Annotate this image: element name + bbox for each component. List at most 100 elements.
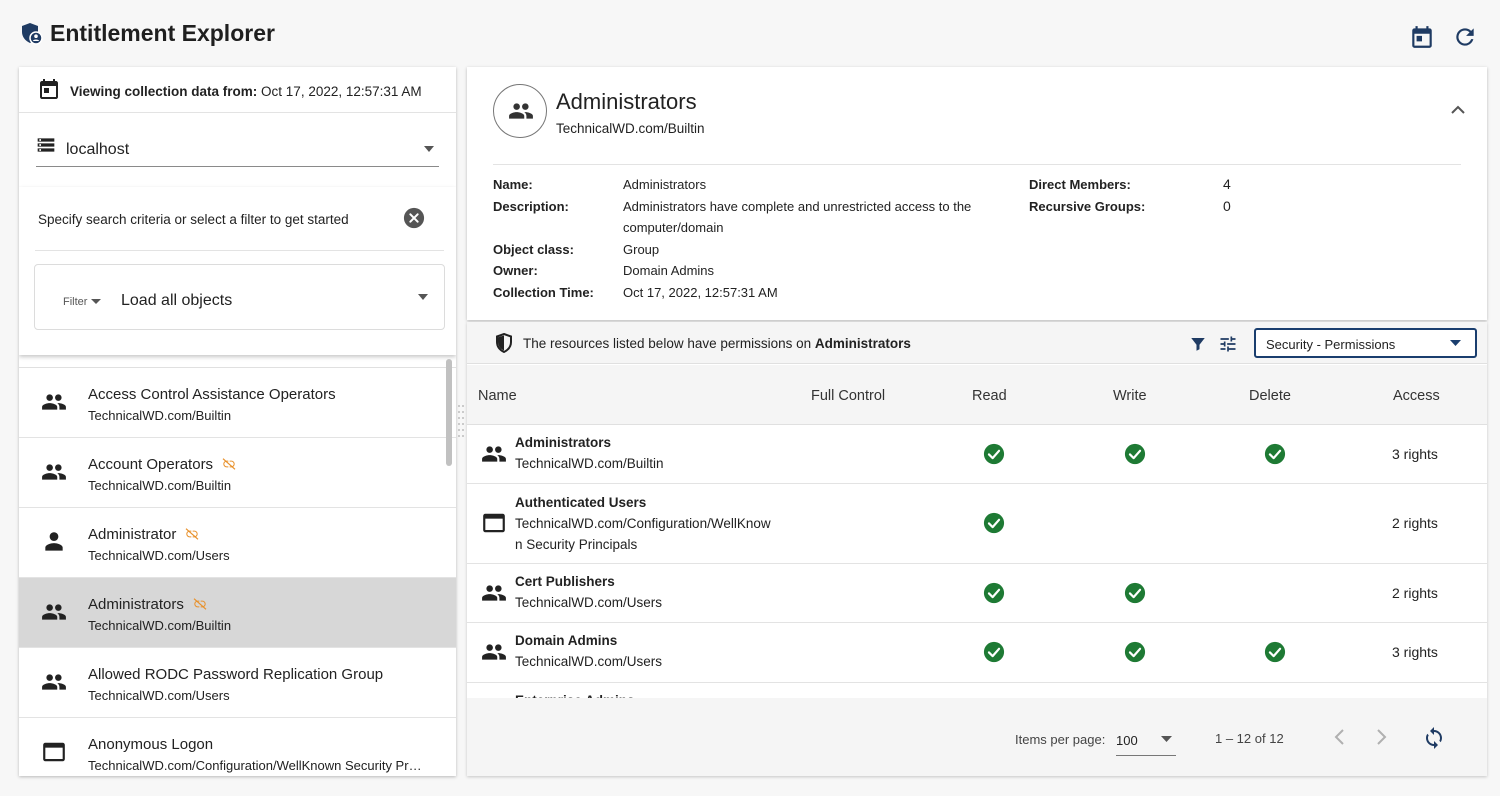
- scrollbar-thumb[interactable]: [446, 359, 452, 466]
- check-circle-icon: [1124, 443, 1146, 465]
- field-description-label: Description:: [493, 199, 569, 214]
- search-hint: Specify search criteria or select a filt…: [38, 212, 349, 227]
- chevron-down-icon: [91, 299, 101, 304]
- server-icon: [36, 135, 56, 155]
- list-item[interactable]: Administrator TechnicalWD.com/Users: [19, 508, 456, 578]
- chevron-down-icon: [417, 294, 429, 300]
- check-circle-icon: [1264, 641, 1286, 663]
- row-access: 3 rights: [1392, 644, 1438, 660]
- window-icon: [481, 513, 507, 533]
- check-circle-icon: [983, 641, 1005, 663]
- chevron-right-icon[interactable]: [1376, 728, 1388, 746]
- server-value: localhost: [66, 141, 130, 158]
- page-range: 1 – 12 of 12: [1215, 731, 1284, 746]
- server-select[interactable]: localhost: [36, 131, 439, 167]
- table-row[interactable]: Enterprise Admins: [467, 683, 1487, 698]
- table-row[interactable]: Authenticated Users TechnicalWD.com/Confi…: [467, 484, 1487, 564]
- window-icon: [41, 742, 67, 762]
- shield-icon: [495, 333, 513, 353]
- detail-card: Administrators TechnicalWD.com/Builtin N…: [467, 67, 1487, 320]
- collection-value: Oct 17, 2022, 12:57:31 AM: [261, 84, 422, 99]
- divider: [493, 164, 1461, 165]
- chevron-left-icon[interactable]: [1333, 728, 1345, 746]
- field-recursive-label: Recursive Groups:: [1029, 199, 1146, 214]
- list-item-path: TechnicalWD.com/Builtin: [88, 618, 232, 633]
- field-class-label: Object class:: [493, 242, 574, 257]
- unlink-icon: [192, 597, 208, 611]
- shield-user-logo-icon: [20, 22, 44, 46]
- paginator: Items per page: 100 1 – 12 of 12: [467, 698, 1487, 776]
- permissions-info: The resources listed below have permissi…: [523, 336, 911, 351]
- sync-icon[interactable]: [1422, 726, 1446, 750]
- table-header: Name Full Control Read Write Delete Acce…: [467, 365, 1487, 425]
- table-row[interactable]: Domain Admins TechnicalWD.com/Users 3 righ…: [467, 623, 1487, 683]
- column-header-name[interactable]: Name: [478, 388, 517, 404]
- divider: [35, 250, 444, 251]
- items-per-page-value: 100: [1116, 733, 1138, 748]
- permissions-section: The resources listed below have permissi…: [467, 322, 1487, 776]
- list-item-path: TechnicalWD.com/Configuration/WellKnown …: [88, 758, 423, 773]
- list-item-name: Account Operators: [88, 456, 237, 473]
- list-item-name: Administrator: [88, 526, 200, 543]
- column-header-write[interactable]: Write: [1113, 388, 1147, 404]
- row-name: Administrators: [515, 435, 612, 450]
- list-item[interactable]: Account Operators TechnicalWD.com/Builtin: [19, 438, 456, 508]
- calendar-icon: [37, 77, 61, 101]
- filter-label: Filter: [63, 296, 88, 308]
- field-class-value: Group: [623, 242, 660, 257]
- field-members-label: Direct Members:: [1029, 177, 1131, 192]
- column-header-full-control[interactable]: Full Control: [811, 388, 885, 404]
- row-name: Cert Publishers: [515, 574, 615, 589]
- permission-view-select[interactable]: Security - Permissions: [1254, 328, 1477, 358]
- group-icon: [481, 583, 507, 603]
- list-item[interactable]: Administrators TechnicalWD.com/Builtin: [19, 578, 456, 648]
- field-recursive-value: 0: [1223, 198, 1231, 214]
- field-time-label: Collection Time:: [493, 285, 594, 300]
- row-name: Domain Admins: [515, 633, 618, 648]
- column-header-access[interactable]: Access: [1393, 388, 1440, 404]
- unlink-icon: [184, 527, 200, 541]
- permissions-table-body: Administrators TechnicalWD.com/Builtin 3 r…: [467, 425, 1487, 698]
- detail-subtitle: TechnicalWD.com/Builtin: [556, 121, 705, 136]
- items-per-page-select[interactable]: 100: [1116, 724, 1176, 756]
- table-row[interactable]: Cert Publishers TechnicalWD.com/Users 2 ri…: [467, 564, 1487, 623]
- table-row[interactable]: Administrators TechnicalWD.com/Builtin 3 r…: [467, 425, 1487, 484]
- panel-resize-handle[interactable]: [457, 403, 465, 439]
- filter-icon[interactable]: [1189, 335, 1207, 353]
- list-item-path: TechnicalWD.com/Builtin: [88, 478, 232, 493]
- list-item-name: Allowed RODC Password Replication Group: [88, 666, 384, 683]
- row-path: TechnicalWD.com/Configuration/WellKnown …: [515, 516, 771, 552]
- column-header-delete[interactable]: Delete: [1249, 388, 1291, 404]
- search-card: Specify search criteria or select a filt…: [19, 187, 456, 355]
- permissions-info-prefix: The resources listed below have permissi…: [523, 336, 812, 351]
- filter-select[interactable]: Filter Load all objects: [34, 264, 445, 330]
- chevron-down-icon: [423, 146, 435, 152]
- left-panel: Viewing collection data from: Oct 17, 20…: [19, 67, 456, 776]
- field-owner-value: Domain Admins: [623, 263, 715, 278]
- row-path: TechnicalWD.com/Builtin: [515, 456, 664, 471]
- field-name-label: Name:: [493, 177, 533, 192]
- column-header-read[interactable]: Read: [972, 388, 1007, 404]
- app-header: Entitlement Explorer: [0, 0, 1500, 66]
- refresh-icon[interactable]: [1452, 24, 1478, 50]
- items-per-page-label: Items per page:: [1015, 732, 1106, 747]
- list-item[interactable]: Allowed RODC Password Replication Group T…: [19, 648, 456, 718]
- list-item[interactable]: Access Control Assistance Operators Techn…: [19, 368, 456, 438]
- list-item-path: TechnicalWD.com/Users: [88, 688, 230, 703]
- check-circle-icon: [983, 582, 1005, 604]
- permissions-toolbar: The resources listed below have permissi…: [467, 322, 1487, 364]
- filter-value: Load all objects: [121, 292, 233, 309]
- chevron-up-icon[interactable]: [1451, 105, 1465, 114]
- field-description-value: Administrators have complete and unrestr…: [623, 199, 972, 235]
- list-item[interactable]: Anonymous Logon TechnicalWD.com/Configura…: [19, 718, 456, 776]
- clear-icon[interactable]: [403, 207, 425, 229]
- list-item-name: Access Control Assistance Operators: [88, 386, 336, 403]
- group-icon: [41, 462, 67, 482]
- group-icon: [481, 444, 507, 464]
- calendar-icon[interactable]: [1409, 24, 1435, 50]
- row-access: 2 rights: [1392, 585, 1438, 601]
- object-list: Access Control Assistance Operators Techn…: [19, 367, 456, 776]
- tune-icon[interactable]: [1218, 334, 1238, 354]
- group-icon: [41, 392, 67, 412]
- chevron-down-icon: [1161, 736, 1172, 742]
